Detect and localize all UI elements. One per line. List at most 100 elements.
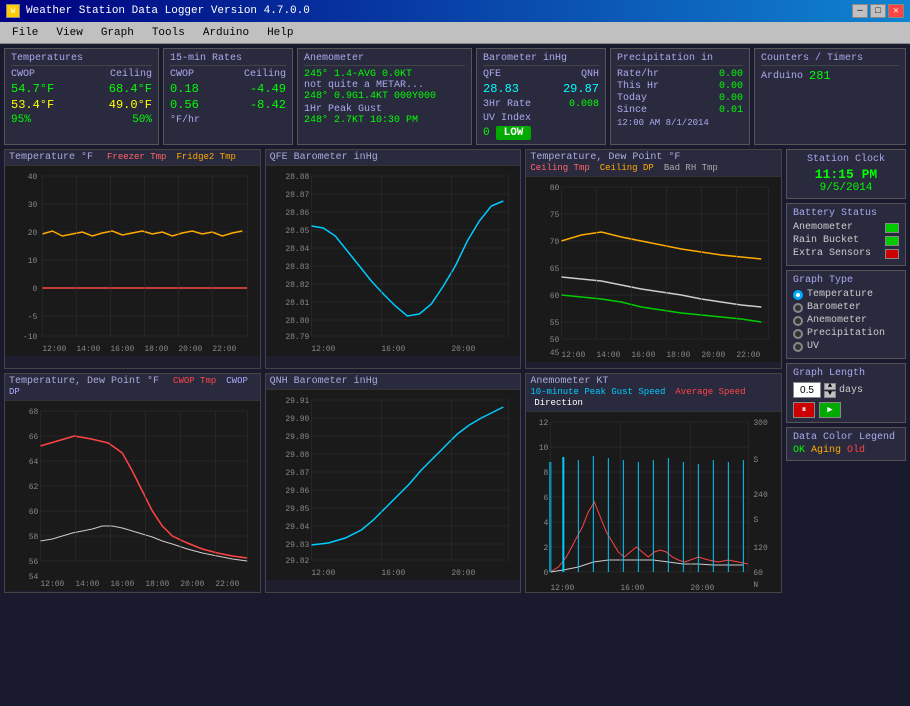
- chart-cwop-svg: 68 66 64 62 60 58 56 54 12:00 14:00 16:0…: [5, 401, 260, 591]
- svg-text:28.86: 28.86: [285, 209, 309, 218]
- graph-length-down[interactable]: ▼: [824, 391, 836, 398]
- radio-precipitation[interactable]: Precipitation: [793, 328, 899, 339]
- maximize-button[interactable]: □: [870, 4, 886, 18]
- color-legend-panel: Data Color Legend OK Aging Old: [786, 427, 906, 461]
- play-icon: ▶: [827, 405, 832, 415]
- svg-text:16:00: 16:00: [621, 584, 645, 593]
- counters-val: 281: [809, 69, 831, 83]
- precip-title: Precipitation in: [617, 53, 743, 66]
- svg-text:N: N: [754, 581, 759, 590]
- chart-temp-top: Temperature °F Freezer Tmp Fridge2 Tmp: [4, 149, 261, 369]
- menu-arduino[interactable]: Arduino: [195, 25, 257, 41]
- precip-row-1: This Hr 0.00: [617, 81, 743, 92]
- uv-val: 0: [483, 127, 490, 139]
- chart-anem-leg1: 10-minute Peak Gust Speed: [530, 387, 665, 397]
- charts-area: Temperature °F Freezer Tmp Fridge2 Tmp: [4, 149, 782, 593]
- menu-tools[interactable]: Tools: [144, 25, 193, 41]
- svg-text:20:00: 20:00: [178, 345, 202, 354]
- precip-val-0: 0.00: [719, 69, 743, 80]
- graph-length-buttons: ⏸ ▶: [793, 402, 899, 418]
- baro-title: Barometer inHg: [483, 53, 599, 66]
- menu-graph[interactable]: Graph: [93, 25, 142, 41]
- radio-anemometer-dot[interactable]: [793, 316, 803, 326]
- rates-title: 15-min Rates: [170, 53, 286, 66]
- battery-row-2: Extra Sensors: [793, 248, 899, 259]
- anem-line3: 248° 0.9G1.4KT 000Y000: [304, 91, 465, 102]
- chart-qfe-title: QFE Barometer inHg: [266, 150, 521, 166]
- svg-text:12:00: 12:00: [551, 584, 575, 593]
- svg-text:20: 20: [28, 229, 38, 238]
- status-row: Temperatures CWOP Ceiling 54.7°F 68.4°F …: [4, 48, 906, 145]
- battery-title: Battery Status: [793, 208, 899, 219]
- svg-text:56: 56: [29, 558, 39, 567]
- menu-bar: File View Graph Tools Arduino Help: [0, 22, 910, 44]
- menu-view[interactable]: View: [48, 25, 90, 41]
- chart-cwop-leg1: CWOP Tmp: [173, 376, 216, 386]
- svg-text:29.90: 29.90: [285, 415, 309, 424]
- rates-panel: 15-min Rates CWOP Ceiling 0.18 -4.49 0.5…: [163, 48, 293, 145]
- svg-text:2: 2: [544, 544, 549, 553]
- svg-text:20:00: 20:00: [691, 584, 715, 593]
- rate-r2c1: 0.56: [170, 98, 227, 112]
- legend-row: OK Aging Old: [793, 445, 899, 456]
- svg-text:16:00: 16:00: [381, 345, 405, 354]
- precip-label-1: This Hr: [617, 81, 659, 92]
- temp-r2c2: 49.0°F: [83, 98, 153, 112]
- graph-length-up[interactable]: ▲: [824, 383, 836, 390]
- svg-text:18:00: 18:00: [667, 351, 691, 360]
- radio-uv[interactable]: UV: [793, 341, 899, 352]
- radio-anemometer-label: Anemometer: [807, 315, 867, 326]
- graph-stop-button[interactable]: ⏸: [793, 402, 815, 418]
- chart-dewpt-top-leg3: Bad RH Tmp: [664, 163, 718, 173]
- svg-text:29.88: 29.88: [285, 451, 309, 460]
- radio-temperature-label: Temperature: [807, 289, 873, 300]
- radio-barometer[interactable]: Barometer: [793, 302, 899, 313]
- title-bar: W Weather Station Data Logger Version 4.…: [0, 0, 910, 22]
- rate-r2c2: -8.42: [229, 98, 286, 112]
- radio-barometer-dot[interactable]: [793, 303, 803, 313]
- clock-time: 11:15 PM: [793, 167, 899, 182]
- menu-file[interactable]: File: [4, 25, 46, 41]
- hr-rate-label: 3Hr Rate: [483, 99, 531, 110]
- main-content: Temperatures CWOP Ceiling 54.7°F 68.4°F …: [0, 44, 910, 706]
- radio-uv-label: UV: [807, 341, 819, 352]
- legend-aging: Aging: [811, 445, 841, 456]
- svg-text:12:00: 12:00: [40, 580, 64, 589]
- graph-play-button[interactable]: ▶: [819, 402, 841, 418]
- svg-text:16:00: 16:00: [110, 345, 134, 354]
- radio-anemometer[interactable]: Anemometer: [793, 315, 899, 326]
- chart-dewpt-top: Temperature, Dew Point °F Ceiling Tmp Ce…: [525, 149, 782, 369]
- precip-label-0: Rate/hr: [617, 69, 659, 80]
- radio-uv-dot[interactable]: [793, 342, 803, 352]
- radio-temperature[interactable]: Temperature: [793, 289, 899, 300]
- anem-title: Anemometer: [304, 53, 465, 66]
- precip-row-0: Rate/hr 0.00: [617, 69, 743, 80]
- graph-type-panel: Graph Type Temperature Barometer Anemome…: [786, 270, 906, 359]
- radio-precipitation-dot[interactable]: [793, 329, 803, 339]
- svg-text:60: 60: [29, 508, 39, 517]
- close-button[interactable]: ✕: [888, 4, 904, 18]
- rate-r1c1: 0.18: [170, 82, 227, 96]
- svg-text:18:00: 18:00: [145, 580, 169, 589]
- radio-temperature-dot[interactable]: [793, 290, 803, 300]
- menu-help[interactable]: Help: [259, 25, 301, 41]
- svg-text:29.86: 29.86: [285, 487, 309, 496]
- station-clock: Station Clock 11:15 PM 9/5/2014: [786, 149, 906, 199]
- graph-type-title: Graph Type: [793, 275, 899, 286]
- anem-line5: 248° 2.7KT 10:30 PM: [304, 115, 465, 126]
- temp-r3c2: 50%: [83, 114, 153, 126]
- svg-text:20:00: 20:00: [180, 580, 204, 589]
- svg-text:66: 66: [29, 433, 39, 442]
- chart-dewpt-top-title: Temperature, Dew Point °F Ceiling Tmp Ce…: [526, 150, 781, 177]
- svg-text:28.79: 28.79: [285, 333, 309, 342]
- svg-text:22:00: 22:00: [737, 351, 761, 360]
- graph-length-input[interactable]: [793, 382, 821, 398]
- minimize-button[interactable]: ─: [852, 4, 868, 18]
- precip-since-date: 12:00 AM 8/1/2014: [617, 118, 743, 128]
- svg-text:20:00: 20:00: [451, 345, 475, 354]
- svg-text:16:00: 16:00: [381, 569, 405, 578]
- svg-text:-10: -10: [23, 333, 38, 342]
- baro-val2: 29.87: [542, 82, 599, 96]
- graph-length-row: ▲ ▼ days: [793, 382, 899, 398]
- svg-text:S: S: [754, 456, 759, 465]
